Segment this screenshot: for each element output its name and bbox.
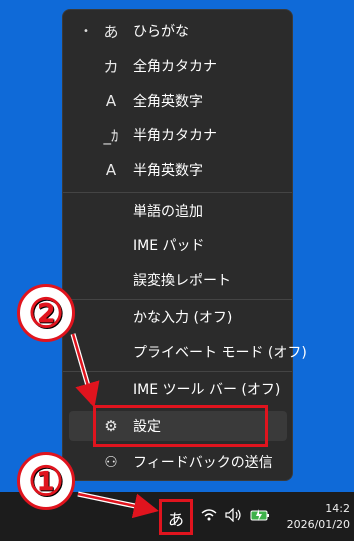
annotation-circle-two: ② bbox=[17, 284, 75, 342]
annotation-circle-one: ① bbox=[17, 452, 75, 510]
arrow-two bbox=[71, 333, 100, 408]
arrow-one bbox=[77, 492, 159, 519]
